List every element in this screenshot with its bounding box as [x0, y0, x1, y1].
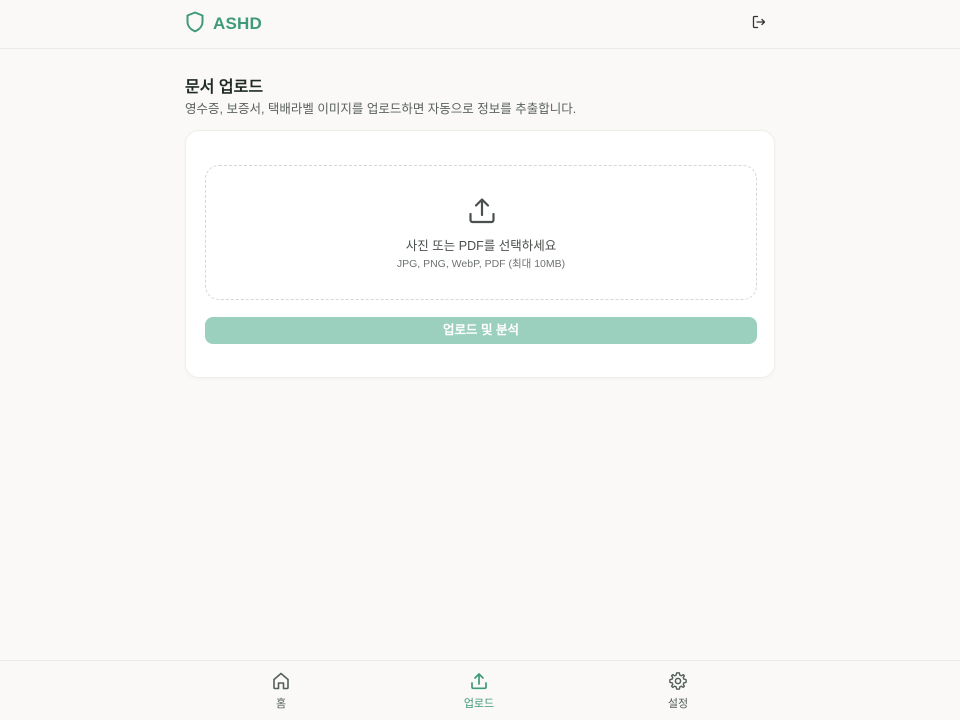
- page-subtitle: 영수증, 보증서, 택배라벨 이미지를 업로드하면 자동으로 정보를 추출합니다…: [185, 102, 577, 116]
- nav-item-home[interactable]: 홈: [241, 671, 321, 711]
- upload-icon: [467, 196, 497, 226]
- top-bar: ASHD: [0, 0, 960, 49]
- dropzone-hint: JPG, PNG, WebP, PDF (최대 10MB): [396, 258, 566, 270]
- home-icon: [271, 671, 291, 691]
- logout-icon: [752, 15, 766, 34]
- page-title: 문서 업로드: [185, 79, 264, 96]
- shield-icon: [185, 11, 205, 38]
- dropzone-title: 사진 또는 PDF를 선택하세요: [405, 239, 557, 253]
- upload-icon: [469, 671, 489, 691]
- nav-item-upload[interactable]: 업로드: [439, 671, 519, 711]
- brand-name: ASHD: [213, 14, 262, 33]
- nav-label-settings: 설정: [667, 698, 689, 710]
- nav-label-home: 홈: [275, 698, 287, 710]
- nav-item-settings[interactable]: 설정: [638, 671, 718, 711]
- logout-button[interactable]: [748, 13, 770, 35]
- gear-icon: [668, 671, 688, 691]
- nav-label-upload: 업로드: [463, 698, 495, 710]
- bottom-nav: 홈 업로드 설정: [0, 660, 960, 720]
- brand[interactable]: ASHD: [185, 11, 262, 38]
- file-dropzone[interactable]: 사진 또는 PDF를 선택하세요 JPG, PNG, WebP, PDF (최대…: [205, 165, 757, 300]
- upload-card: 사진 또는 PDF를 선택하세요 JPG, PNG, WebP, PDF (최대…: [185, 130, 775, 378]
- upload-and-analyze-button[interactable]: 업로드 및 분석: [205, 317, 757, 344]
